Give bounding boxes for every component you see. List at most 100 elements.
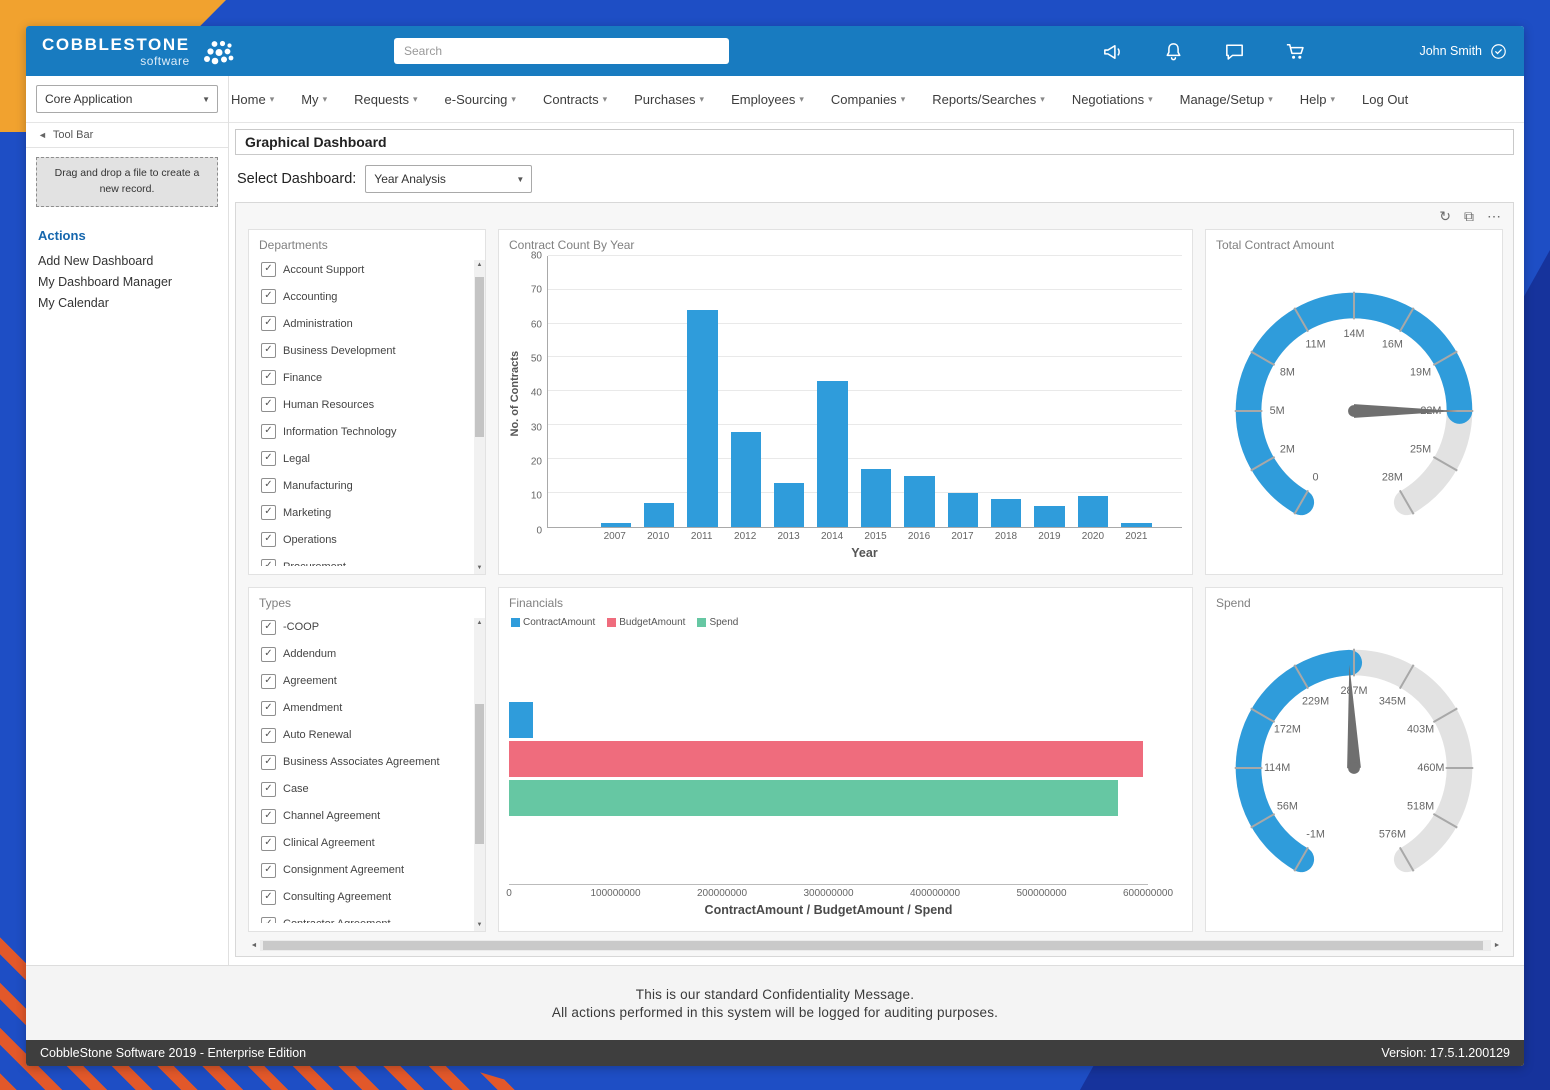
type-item-amendment[interactable]: ✓Amendment (259, 695, 461, 722)
department-item-accounting[interactable]: ✓Accounting (259, 283, 461, 310)
department-item-account-support[interactable]: ✓Account Support (259, 256, 461, 283)
type-item-consignment-agreement[interactable]: ✓Consignment Agreement (259, 857, 461, 884)
checkbox-checked-icon[interactable]: ✓ (261, 701, 276, 716)
bar-2020[interactable] (1078, 496, 1108, 526)
nav-item-my[interactable]: My▾ (301, 92, 327, 107)
type-item-channel-agreement[interactable]: ✓Channel Agreement (259, 803, 461, 830)
checkbox-checked-icon[interactable]: ✓ (261, 370, 276, 385)
bar-2011[interactable] (687, 310, 717, 526)
notifications-bell-icon[interactable] (1162, 40, 1185, 63)
scroll-up-icon[interactable]: ▲ (474, 618, 485, 629)
department-item-marketing[interactable]: ✓Marketing (259, 499, 461, 526)
checkbox-checked-icon[interactable]: ✓ (261, 728, 276, 743)
checkbox-checked-icon[interactable]: ✓ (261, 674, 276, 689)
checkbox-checked-icon[interactable]: ✓ (261, 532, 276, 547)
department-item-operations[interactable]: ✓Operations (259, 526, 461, 553)
department-item-information-technology[interactable]: ✓Information Technology (259, 418, 461, 445)
types-scrollbar[interactable]: ▲ ▼ (474, 618, 485, 932)
bar-2012[interactable] (731, 432, 761, 527)
bar-2015[interactable] (861, 469, 891, 526)
bar-2016[interactable] (904, 476, 934, 527)
messages-chat-icon[interactable] (1223, 40, 1246, 63)
department-item-finance[interactable]: ✓Finance (259, 364, 461, 391)
scroll-down-icon[interactable]: ▼ (474, 563, 485, 574)
checkbox-checked-icon[interactable]: ✓ (261, 505, 276, 520)
dashboard-select[interactable]: Year Analysis ▼ (365, 165, 532, 193)
nav-item-negotiations[interactable]: Negotiations▾ (1072, 92, 1153, 107)
checkbox-checked-icon[interactable]: ✓ (261, 559, 276, 566)
checkbox-checked-icon[interactable]: ✓ (261, 289, 276, 304)
department-item-human-resources[interactable]: ✓Human Resources (259, 391, 461, 418)
h-scrollbar-thumb[interactable] (263, 941, 1483, 950)
user-menu[interactable]: John Smith (1419, 42, 1508, 61)
nav-item-home[interactable]: Home▾ (231, 92, 274, 107)
department-item-business-development[interactable]: ✓Business Development (259, 337, 461, 364)
checkbox-checked-icon[interactable]: ✓ (261, 890, 276, 905)
nav-item-contracts[interactable]: Contracts▾ (543, 92, 607, 107)
type-item-auto-renewal[interactable]: ✓Auto Renewal (259, 722, 461, 749)
department-item-legal[interactable]: ✓Legal (259, 445, 461, 472)
hbar-contractamount[interactable] (509, 702, 533, 738)
nav-item-employees[interactable]: Employees▾ (731, 92, 804, 107)
scroll-up-icon[interactable]: ▲ (474, 260, 485, 271)
department-item-manufacturing[interactable]: ✓Manufacturing (259, 472, 461, 499)
more-icon[interactable]: ⋯ (1487, 209, 1501, 223)
nav-item-requests[interactable]: Requests▾ (354, 92, 417, 107)
checkbox-checked-icon[interactable]: ✓ (261, 782, 276, 797)
type-item-agreement[interactable]: ✓Agreement (259, 668, 461, 695)
checkbox-checked-icon[interactable]: ✓ (261, 647, 276, 662)
bar-2014[interactable] (817, 381, 847, 526)
checkbox-checked-icon[interactable]: ✓ (261, 809, 276, 824)
type-item-case[interactable]: ✓Case (259, 776, 461, 803)
checkbox-checked-icon[interactable]: ✓ (261, 863, 276, 878)
scroll-left-icon[interactable]: ◄ (248, 942, 260, 949)
bar-2010[interactable] (644, 503, 674, 527)
nav-item-log-out[interactable]: Log Out (1362, 92, 1408, 107)
popout-icon[interactable]: ⧉ (1464, 209, 1474, 223)
toolbar-collapse[interactable]: ◄ Tool Bar (26, 123, 228, 148)
nav-item-reports-searches[interactable]: Reports/Searches▾ (932, 92, 1045, 107)
checkbox-checked-icon[interactable]: ✓ (261, 424, 276, 439)
bar-2007[interactable] (601, 523, 631, 526)
bar-2019[interactable] (1034, 506, 1064, 526)
department-item-administration[interactable]: ✓Administration (259, 310, 461, 337)
checkbox-checked-icon[interactable]: ✓ (261, 478, 276, 493)
scroll-right-icon[interactable]: ► (1491, 942, 1503, 949)
scrollbar-thumb[interactable] (475, 277, 484, 437)
shopping-cart-icon[interactable] (1284, 40, 1307, 63)
type-item-business-associates-agreement[interactable]: ✓Business Associates Agreement (259, 749, 461, 776)
bar-2017[interactable] (948, 493, 978, 527)
action-my-calendar[interactable]: My Calendar (38, 296, 216, 310)
checkbox-checked-icon[interactable]: ✓ (261, 755, 276, 770)
type-item-contractor-agreement[interactable]: ✓Contractor Agreement (259, 911, 461, 924)
nav-item-e-sourcing[interactable]: e-Sourcing▾ (445, 92, 516, 107)
hbar-spend[interactable] (509, 780, 1118, 816)
type-item-coop[interactable]: ✓-COOP (259, 614, 461, 641)
nav-item-companies[interactable]: Companies▾ (831, 92, 905, 107)
announcements-icon[interactable] (1101, 40, 1124, 63)
department-item-procurement[interactable]: ✓Procurement (259, 553, 461, 566)
checkbox-checked-icon[interactable]: ✓ (261, 397, 276, 412)
application-select[interactable]: Core Application ▼ (36, 85, 218, 113)
refresh-icon[interactable]: ↻ (1439, 209, 1451, 223)
nav-item-purchases[interactable]: Purchases▾ (634, 92, 704, 107)
bar-2013[interactable] (774, 483, 804, 527)
bar-2018[interactable] (991, 499, 1021, 526)
checkbox-checked-icon[interactable]: ✓ (261, 836, 276, 851)
scrollbar-thumb[interactable] (475, 704, 484, 844)
checkbox-checked-icon[interactable]: ✓ (261, 620, 276, 635)
type-item-addendum[interactable]: ✓Addendum (259, 641, 461, 668)
action-my-dashboard-manager[interactable]: My Dashboard Manager (38, 275, 216, 289)
checkbox-checked-icon[interactable]: ✓ (261, 316, 276, 331)
bar-2021[interactable] (1121, 523, 1151, 526)
nav-item-help[interactable]: Help▾ (1300, 92, 1335, 107)
checkbox-checked-icon[interactable]: ✓ (261, 262, 276, 277)
hbar-budgetamount[interactable] (509, 741, 1143, 777)
nav-item-manage-setup[interactable]: Manage/Setup▾ (1180, 92, 1273, 107)
type-item-clinical-agreement[interactable]: ✓Clinical Agreement (259, 830, 461, 857)
scroll-down-icon[interactable]: ▼ (474, 920, 485, 931)
checkbox-checked-icon[interactable]: ✓ (261, 343, 276, 358)
action-add-new-dashboard[interactable]: Add New Dashboard (38, 254, 216, 268)
checkbox-checked-icon[interactable]: ✓ (261, 451, 276, 466)
h-scrollbar[interactable]: ◄ ► (248, 939, 1503, 952)
